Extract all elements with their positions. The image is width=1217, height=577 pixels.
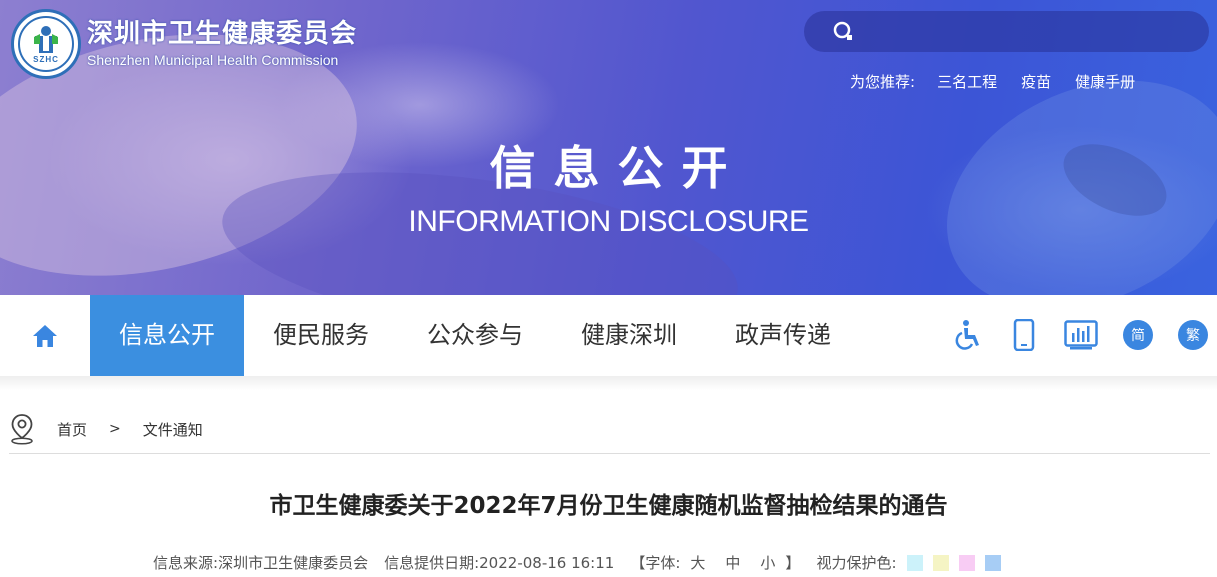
breadcrumb-divider	[9, 453, 1210, 454]
logo-emblem-text: SZHC	[33, 55, 59, 64]
main-nav: 信息公开 便民服务 公众参与 健康深圳 政声传递 简 繁	[0, 295, 1217, 376]
nav-item-healthy-shenzhen[interactable]: 健康深圳	[552, 295, 706, 376]
logo-emblem: SZHC	[11, 9, 81, 79]
recommend-label: 为您推荐:	[850, 73, 916, 91]
traditional-chinese-button[interactable]: 繁	[1175, 317, 1211, 353]
banner-title: 信息公开	[489, 141, 746, 195]
eye-color-swatch-blue[interactable]	[984, 554, 1001, 571]
nav-shadow	[0, 376, 1217, 390]
font-small-button[interactable]: 小	[760, 552, 775, 573]
mobile-icon	[1013, 319, 1035, 351]
breadcrumb-current[interactable]: 文件通知	[143, 419, 203, 440]
location-pin-icon	[11, 414, 33, 445]
source-label: 信息来源:	[153, 554, 219, 572]
font-size-close: 】	[785, 554, 801, 572]
logo-title-cn: 深圳市卫生健康委员会	[87, 19, 358, 49]
chart-icon	[1064, 320, 1098, 350]
article-title: 市卫生健康委关于2022年7月份卫生健康随机监督抽检结果的通告	[269, 493, 948, 519]
nav-item-info-disclosure[interactable]: 信息公开	[90, 295, 244, 376]
search-icon[interactable]	[832, 20, 856, 44]
article-meta: 信息来源: 深圳市卫生健康委员会 信息提供日期: 2022-08-16 16:1…	[153, 552, 1001, 573]
breadcrumb: 首页 > 文件通知	[9, 412, 203, 446]
recommend-link-handbook[interactable]: 健康手册	[1075, 71, 1135, 92]
search-input[interactable]	[856, 11, 1209, 52]
font-size-open: 【字体:	[630, 554, 681, 572]
recommend-link-vaccine[interactable]: 疫苗	[1021, 71, 1051, 92]
nav-item-participation[interactable]: 公众参与	[398, 295, 552, 376]
font-medium-button[interactable]: 中	[725, 552, 740, 573]
eye-color-swatch-yellow[interactable]	[932, 554, 949, 571]
banner-subtitle: INFORMATION DISCLOSURE	[408, 205, 809, 238]
recommend-link-sanming[interactable]: 三名工程	[937, 71, 997, 92]
traditional-chinese-label: 繁	[1178, 320, 1208, 350]
site-logo[interactable]: SZHC 深圳市卫生健康委员会 Shenzhen Municipal Healt…	[11, 9, 357, 79]
nav-home[interactable]	[0, 295, 90, 376]
header-banner: SZHC 深圳市卫生健康委员会 Shenzhen Municipal Healt…	[0, 0, 1217, 295]
simplified-chinese-label: 简	[1123, 320, 1153, 350]
home-icon	[33, 324, 57, 347]
date-label: 信息提供日期:	[384, 554, 480, 572]
font-large-button[interactable]: 大	[690, 552, 705, 573]
accessibility-icon	[955, 320, 979, 350]
eye-protect-label: 视力保护色:	[816, 554, 897, 572]
breadcrumb-separator: >	[109, 421, 121, 437]
accessibility-button[interactable]	[950, 317, 986, 353]
date-value: 2022-08-16 16:11	[479, 553, 615, 572]
breadcrumb-home[interactable]: 首页	[57, 419, 87, 440]
stats-button[interactable]	[1063, 317, 1099, 353]
source-value: 深圳市卫生健康委员会	[218, 554, 369, 572]
recommend-bar: 为您推荐: 三名工程 疫苗 健康手册	[850, 71, 1159, 92]
search-box	[804, 11, 1209, 52]
nav-item-government-voice[interactable]: 政声传递	[706, 295, 860, 376]
nav-item-services[interactable]: 便民服务	[244, 295, 398, 376]
eye-color-swatch-cyan[interactable]	[906, 554, 923, 571]
eye-color-swatch-pink[interactable]	[958, 554, 975, 571]
logo-title-en: Shenzhen Municipal Health Commission	[87, 52, 339, 68]
simplified-chinese-button[interactable]: 简	[1120, 317, 1156, 353]
logo-figure-icon	[34, 26, 58, 53]
mobile-button[interactable]	[1006, 317, 1042, 353]
